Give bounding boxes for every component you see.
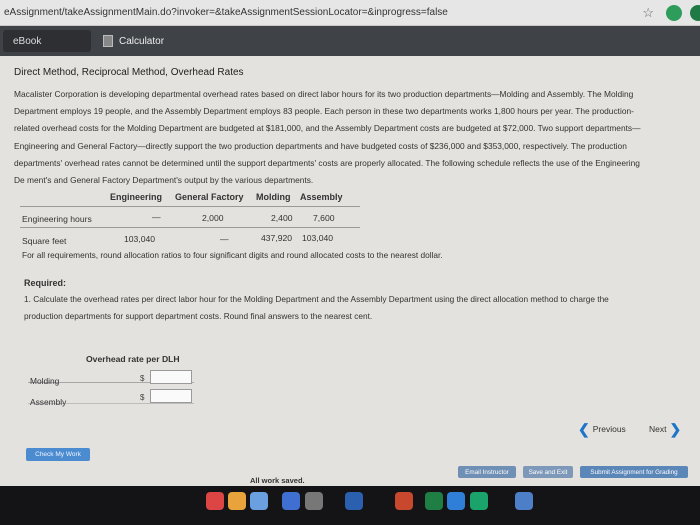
app-icon[interactable] xyxy=(515,492,533,510)
chevron-left-icon: ❮ xyxy=(578,420,590,437)
description-line: Department employs 19 people, and the As… xyxy=(14,106,634,117)
ebook-label: eBook xyxy=(13,35,42,47)
app-icon[interactable] xyxy=(250,492,268,510)
previous-button[interactable]: ❮ Previous xyxy=(578,420,626,438)
problem-title: Direct Method, Reciprocal Method, Overhe… xyxy=(14,67,244,78)
rounding-note: For all requirements, round allocation r… xyxy=(22,250,443,260)
calculator-button[interactable]: Calculator xyxy=(103,30,164,52)
requirement-line: production departments for support depar… xyxy=(24,311,373,321)
cell-sqft-general-factory: — xyxy=(220,234,229,244)
powerpoint-icon[interactable] xyxy=(395,492,413,510)
currency-symbol: $ xyxy=(140,374,145,383)
cell-sqft-engineering: 103,040 xyxy=(124,234,156,244)
row-label-engineering-hours: Engineering hours xyxy=(22,214,92,224)
previous-label: Previous xyxy=(592,424,626,434)
browser-url-bar[interactable]: eAssignment/takeAssignmentMain.do?invoke… xyxy=(0,0,700,26)
col-header-assembly: Assembly xyxy=(300,192,343,202)
answer-label-molding: Molding xyxy=(30,376,60,386)
app-toolbar: eBook Calculator xyxy=(0,26,700,56)
table-divider xyxy=(20,227,360,228)
url-text[interactable]: eAssignment/takeAssignmentMain.do?invoke… xyxy=(0,7,448,18)
app-icon[interactable] xyxy=(447,492,465,510)
profile-icon[interactable] xyxy=(690,5,700,21)
description-line: departments' overhead rates cannot be de… xyxy=(14,157,640,168)
star-icon[interactable]: ☆ xyxy=(642,5,654,21)
description-line: De ment's and General Factory Department… xyxy=(14,175,314,186)
calculator-icon xyxy=(103,35,113,47)
extension-icon[interactable] xyxy=(666,5,682,21)
description-line: Macalister Corporation is developing dep… xyxy=(14,89,634,99)
app-icon[interactable] xyxy=(282,492,300,510)
col-header-engineering: Engineering xyxy=(110,192,163,202)
assignment-content: Direct Method, Reciprocal Method, Overhe… xyxy=(0,56,700,486)
cell-engineering-general-factory: 2,000 xyxy=(202,213,224,223)
app-icon[interactable] xyxy=(206,492,224,510)
app-icon[interactable] xyxy=(470,492,488,510)
description-line: Engineering and General Factory—directly… xyxy=(14,140,627,151)
cell-engineering-assembly: 7,600 xyxy=(313,213,335,223)
requirement-line: 1. Calculate the overhead rates per dire… xyxy=(24,294,609,304)
table-divider xyxy=(20,206,360,207)
problem-description: Macalister Corporation is developing dep… xyxy=(14,86,690,189)
row-label-square-feet: Square feet xyxy=(22,236,67,246)
check-my-work-button[interactable]: Check My Work xyxy=(26,448,90,461)
answer-label-assembly: Assembly xyxy=(30,397,67,407)
col-header-molding: Molding xyxy=(256,192,291,202)
save-status: All work saved. xyxy=(250,476,305,485)
submit-assignment-button[interactable]: Submit Assignment for Grading xyxy=(580,466,688,478)
cell-engineering-molding: 2,400 xyxy=(271,213,293,223)
cell-engineering-engineering: — xyxy=(152,212,161,222)
app-icon[interactable] xyxy=(305,492,323,510)
description-line: related overhead costs for the Molding D… xyxy=(14,123,641,134)
molding-rate-input[interactable] xyxy=(150,370,192,384)
save-and-exit-button[interactable]: Save and Exit xyxy=(523,466,573,478)
word-icon[interactable] xyxy=(345,492,363,510)
cell-sqft-assembly: 103,040 xyxy=(302,233,334,243)
cell-sqft-molding: 437,920 xyxy=(261,233,293,243)
required-heading: Required: xyxy=(24,278,67,288)
email-instructor-button[interactable]: Email Instructor xyxy=(458,466,516,478)
app-icon[interactable] xyxy=(228,492,246,510)
next-button[interactable]: Next ❯ xyxy=(649,420,681,438)
overhead-rate-header: Overhead rate per DLH xyxy=(86,354,180,364)
os-dock xyxy=(0,486,700,525)
chevron-right-icon: ❯ xyxy=(669,420,682,437)
assembly-rate-input[interactable] xyxy=(150,389,192,403)
excel-icon[interactable] xyxy=(425,492,443,510)
currency-symbol: $ xyxy=(140,393,145,402)
ebook-button[interactable]: eBook xyxy=(3,30,91,52)
next-label: Next xyxy=(649,424,667,434)
requirement-1: 1. Calculate the overhead rates per dire… xyxy=(24,291,664,325)
col-header-general-factory: General Factory xyxy=(175,192,244,202)
calculator-label: Calculator xyxy=(119,35,165,47)
